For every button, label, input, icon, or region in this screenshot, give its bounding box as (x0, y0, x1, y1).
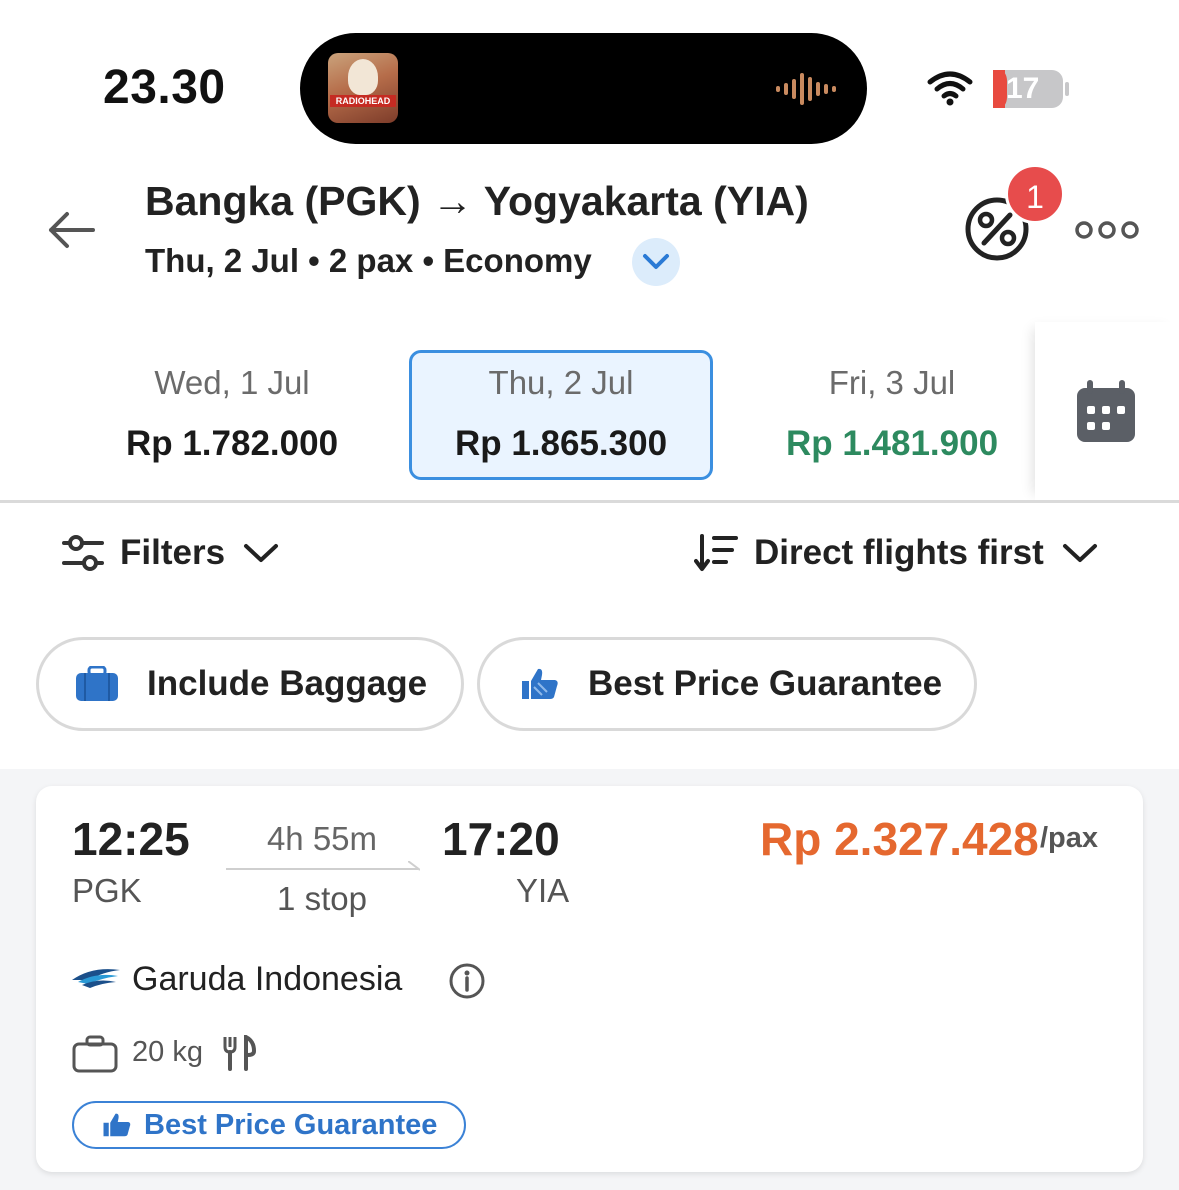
price-unit: /pax (1040, 822, 1099, 854)
chip-label: Best Price Guarantee (588, 664, 943, 703)
date-tab-price: Rp 1.481.900 (785, 424, 999, 463)
route-subtitle[interactable]: Thu, 2 Jul • 2 pax • Economy (145, 242, 592, 280)
date-tab-date: Wed, 1 Jul (154, 364, 310, 401)
chip-best-price-guarantee[interactable]: Best Price Guarantee (477, 637, 977, 731)
date-tab-selected[interactable]: Thu, 2 Jul Rp 1.865.300 (409, 350, 713, 480)
chevron-down-icon (244, 544, 279, 562)
arrow-right-icon (408, 861, 420, 871)
sort-label: Direct flights first (754, 533, 1044, 572)
more-options-icon[interactable] (1074, 218, 1140, 242)
chip-include-baggage[interactable]: Include Baggage (36, 637, 464, 731)
promo-count-badge: 1 (1005, 164, 1065, 224)
calendar-button[interactable] (1035, 322, 1179, 500)
meal-icon (223, 1035, 256, 1071)
date-tab-date: Fri, 3 Jul (828, 364, 956, 401)
stop-count: 1 stop (277, 880, 367, 917)
chip-label: Include Baggage (147, 664, 428, 703)
thumbs-up-icon (522, 668, 558, 699)
badge-label: Best Price Guarantee (144, 1108, 438, 1141)
date-tab-next[interactable]: Fri, 3 Jul Rp 1.481.900 (740, 350, 1044, 480)
filters-label: Filters (120, 533, 226, 572)
battery-indicator: 17 (992, 69, 1070, 109)
chevron-down-icon (643, 254, 669, 269)
chevron-down-icon (1062, 544, 1097, 562)
departure-airport: PGK (72, 872, 142, 909)
route-title: Bangka (PGK) → Yogyakarta (YIA) (145, 178, 809, 224)
date-tab-price: Rp 1.782.000 (125, 424, 339, 463)
battery-level: 17 (1006, 72, 1040, 105)
filter-bar: Filters Direct flights first (0, 503, 1179, 599)
filters-button[interactable]: Filters (62, 529, 279, 577)
status-bar: 23.30 RADIOHEAD 17 (0, 0, 1179, 160)
thumbs-up-icon (103, 1113, 131, 1137)
album-art[interactable]: RADIOHEAD (328, 53, 398, 123)
garuda-logo-icon (72, 969, 120, 988)
baggage-icon (72, 1035, 118, 1073)
quick-filter-chips: Include Baggage Best Price Guarantee (0, 599, 1179, 769)
date-tab-date: Thu, 2 Jul (488, 364, 634, 401)
arrival-airport: YIA (516, 872, 570, 909)
album-art-text: RADIOHEAD (330, 95, 396, 107)
flight-result-card[interactable]: 12:25 PGK 4h 55m 1 stop 17:20 YIA Rp 2.3… (36, 786, 1143, 1172)
audio-waveform-icon (776, 73, 836, 105)
date-tab-price: Rp 1.865.300 (454, 424, 668, 463)
arrival-time: 17:20 (442, 813, 560, 865)
sliders-icon (62, 535, 104, 571)
best-price-guarantee-badge: Best Price Guarantee (72, 1101, 466, 1149)
calendar-icon (1077, 380, 1135, 442)
date-selector: Wed, 1 Jul Rp 1.782.000 Thu, 2 Jul Rp 1.… (0, 322, 1179, 502)
duration-line (226, 868, 418, 870)
flight-duration: 4h 55m (266, 820, 378, 857)
wifi-icon (927, 71, 973, 106)
baggage-allowance: 20 kg (132, 1036, 203, 1068)
suitcase-icon (76, 666, 118, 701)
sort-button[interactable]: Direct flights first (694, 529, 1098, 577)
airline-name: Garuda Indonesia (132, 960, 403, 998)
dynamic-island[interactable]: RADIOHEAD (300, 33, 867, 144)
status-time: 23.30 (103, 61, 226, 114)
date-tab-prev[interactable]: Wed, 1 Jul Rp 1.782.000 (80, 350, 384, 480)
flight-price: Rp 2.327.428 (760, 813, 1039, 865)
sort-icon (694, 534, 738, 571)
back-arrow-icon[interactable] (45, 208, 97, 252)
info-icon[interactable] (448, 962, 486, 1000)
departure-time: 12:25 (72, 813, 190, 865)
expand-search-button[interactable] (632, 238, 680, 286)
